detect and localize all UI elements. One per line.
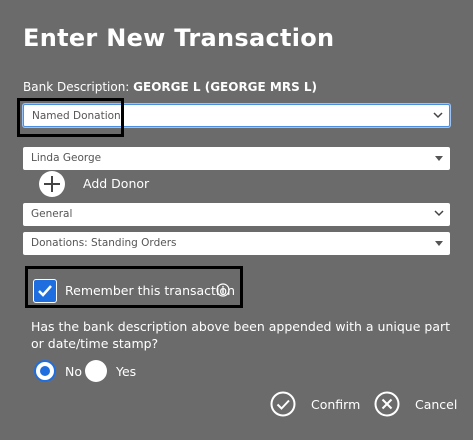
donor-select[interactable]: Linda George — [23, 147, 450, 170]
radio-yes-label[interactable]: Yes — [116, 364, 136, 379]
confirm-button[interactable]: Confirm — [311, 397, 360, 412]
confirm-check-icon[interactable] — [270, 391, 296, 417]
fund-value: General — [31, 208, 73, 220]
donor-value: Linda George — [31, 152, 102, 164]
add-donor-label[interactable]: Add Donor — [83, 176, 149, 191]
remember-label[interactable]: Remember this transaction — [65, 283, 235, 298]
remember-checkbox[interactable] — [33, 279, 57, 303]
bank-description-label: Bank Description: — [23, 80, 130, 94]
radio-selected-dot — [40, 366, 50, 376]
checkmark-icon — [38, 285, 52, 297]
unique-stamp-question: Has the bank description above been appe… — [31, 319, 451, 351]
plus-icon — [44, 176, 60, 192]
caret-down-icon — [435, 241, 443, 246]
bank-description-value: GEORGE L (GEORGE MRS L) — [133, 80, 318, 94]
radio-no-label[interactable]: No — [65, 364, 82, 379]
fund-select[interactable]: General — [23, 203, 450, 226]
radio-yes[interactable] — [85, 360, 107, 382]
radio-no[interactable] — [34, 360, 56, 382]
category-select[interactable]: Donations: Standing Orders — [23, 232, 450, 255]
caret-down-icon — [435, 156, 443, 161]
dialog-title: Enter New Transaction — [23, 24, 335, 52]
bank-description: Bank Description: GEORGE L (GEORGE MRS L… — [23, 80, 317, 94]
highlight-box-type — [17, 98, 124, 137]
category-value: Donations: Standing Orders — [31, 237, 177, 249]
info-icon[interactable] — [216, 283, 230, 297]
cancel-button[interactable]: Cancel — [415, 397, 457, 412]
chevron-down-icon — [434, 210, 444, 217]
add-donor-button[interactable] — [39, 171, 65, 197]
cancel-x-icon[interactable] — [374, 391, 400, 417]
chevron-down-icon — [433, 112, 443, 119]
